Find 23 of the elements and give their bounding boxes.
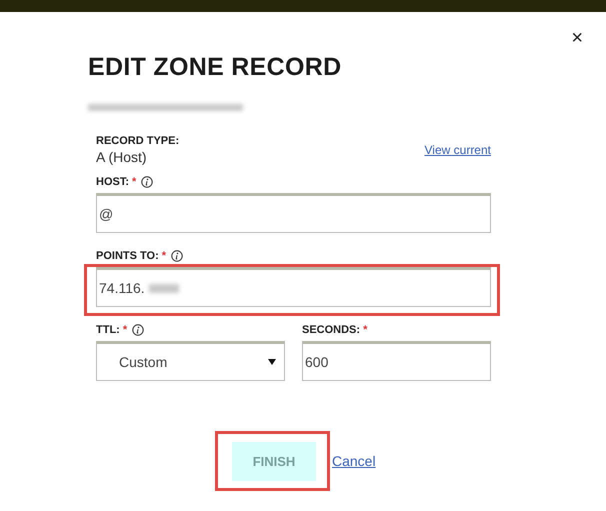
field-label: POINTS TO: [96, 250, 159, 262]
input-field[interactable]: 74.116. [96, 267, 491, 307]
required-mark: * [162, 250, 166, 262]
info-icon[interactable] [132, 324, 144, 336]
required-mark: * [122, 324, 128, 336]
info-icon[interactable] [141, 176, 154, 188]
field-label: TTL: [96, 324, 120, 336]
required-mark: * [132, 176, 136, 188]
input-field[interactable]: @ [96, 193, 491, 233]
dialog-title: EDIT ZONE RECORD [88, 52, 342, 82]
cancel-link[interactable]: Cancel [332, 453, 376, 469]
view-current-link[interactable]: View current [424, 143, 491, 157]
field-label: RECORD TYPE: [96, 135, 180, 147]
caret-icon [268, 359, 276, 365]
required-mark: * [363, 324, 368, 336]
dropdown[interactable]: Custom [96, 341, 285, 381]
info-icon[interactable] [171, 250, 184, 262]
close-button[interactable]: × [571, 28, 583, 48]
blurred-text [148, 284, 179, 292]
record-type-value: A (Host) [96, 149, 148, 165]
field-label: SECONDS: [302, 324, 360, 336]
input-field[interactable]: 600 [302, 341, 491, 381]
field-label: HOST: [96, 176, 129, 188]
